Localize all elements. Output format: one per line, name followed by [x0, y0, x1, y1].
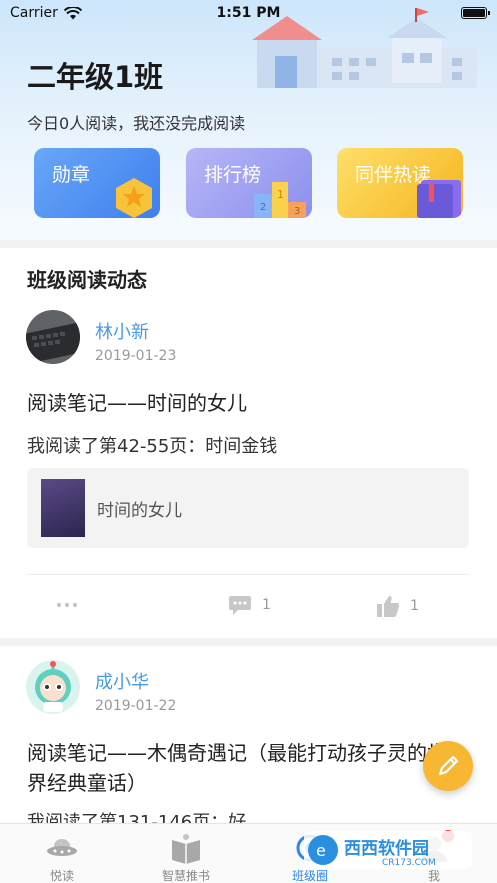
post-title: 阅读笔记——时间的女儿	[27, 391, 247, 415]
book-cover	[41, 479, 85, 537]
post-date: 2019-01-22	[95, 698, 177, 714]
header: Carrier 1:51 PM 二年级1班 今日0人阅读，我还没完成阅读 勋章	[0, 0, 497, 240]
tab-label: 我	[427, 869, 440, 883]
author-name[interactable]: 林小新	[95, 318, 149, 344]
svg-text:1: 1	[277, 188, 284, 201]
watermark-text: 西西软件园	[344, 838, 429, 859]
post-separator	[0, 638, 497, 646]
book-icon	[417, 180, 461, 218]
comment-button[interactable]: 1	[228, 594, 271, 616]
post-title: 阅读笔记——木偶奇遇记（最能打动孩子灵的世界经典童话）	[27, 741, 447, 795]
post-actions: 1 1	[0, 594, 497, 618]
avatar[interactable]	[26, 660, 80, 714]
thumbs-up-icon	[377, 596, 400, 617]
medal-icon	[116, 178, 152, 218]
watermark-sub: CR173.COM	[382, 858, 436, 868]
svg-text:e: e	[316, 841, 326, 860]
more-icon	[56, 602, 78, 608]
more-button[interactable]	[56, 602, 78, 608]
peer-reading-card[interactable]: 同伴热读	[337, 148, 463, 218]
wifi-icon	[63, 6, 82, 19]
post-text: 我阅读了第42-55页：时间金钱	[27, 436, 278, 457]
post-divider	[27, 574, 469, 575]
tab-book-recommend[interactable]: 智慧推书	[136, 824, 236, 883]
badge-card-label: 勋章	[52, 164, 91, 186]
class-title: 二年级1班	[27, 60, 164, 94]
post-date: 2019-01-23	[95, 348, 177, 364]
tab-label: 班级圈	[291, 869, 328, 883]
ranking-card[interactable]: 排行榜 1 2 3	[186, 148, 312, 218]
books-icon	[172, 834, 200, 864]
author-name[interactable]: 成小华	[95, 668, 149, 694]
tab-reading[interactable]: 悦读	[12, 824, 112, 883]
svg-text:2: 2	[260, 202, 266, 213]
tab-label: 智慧推书	[161, 869, 210, 883]
section-title: 班级阅读动态	[27, 268, 147, 292]
badge-card[interactable]: 勋章	[34, 148, 160, 218]
book-card[interactable]: 时间的女儿	[27, 468, 469, 548]
like-count: 1	[410, 598, 419, 614]
pencil-icon	[438, 755, 459, 776]
feature-cards: 勋章 排行榜 1 2 3 同伴热读	[34, 148, 464, 218]
section-divider	[0, 240, 497, 248]
school-illustration-icon	[252, 8, 477, 88]
ufo-icon	[47, 839, 77, 856]
svg-text:3: 3	[294, 206, 300, 217]
watermark-logo: e 西西软件园 CR173.COM	[304, 831, 472, 869]
comment-count: 1	[262, 597, 271, 613]
like-button[interactable]: 1	[376, 594, 419, 618]
carrier-label: Carrier	[10, 5, 58, 21]
book-title: 时间的女儿	[97, 501, 182, 521]
reading-status-text: 今日0人阅读，我还没完成阅读	[27, 114, 246, 133]
tab-label: 悦读	[49, 869, 74, 883]
podium-icon: 1 2 3	[254, 182, 306, 218]
comment-icon	[229, 596, 251, 615]
avatar[interactable]	[26, 310, 80, 364]
write-note-button[interactable]	[423, 741, 473, 791]
